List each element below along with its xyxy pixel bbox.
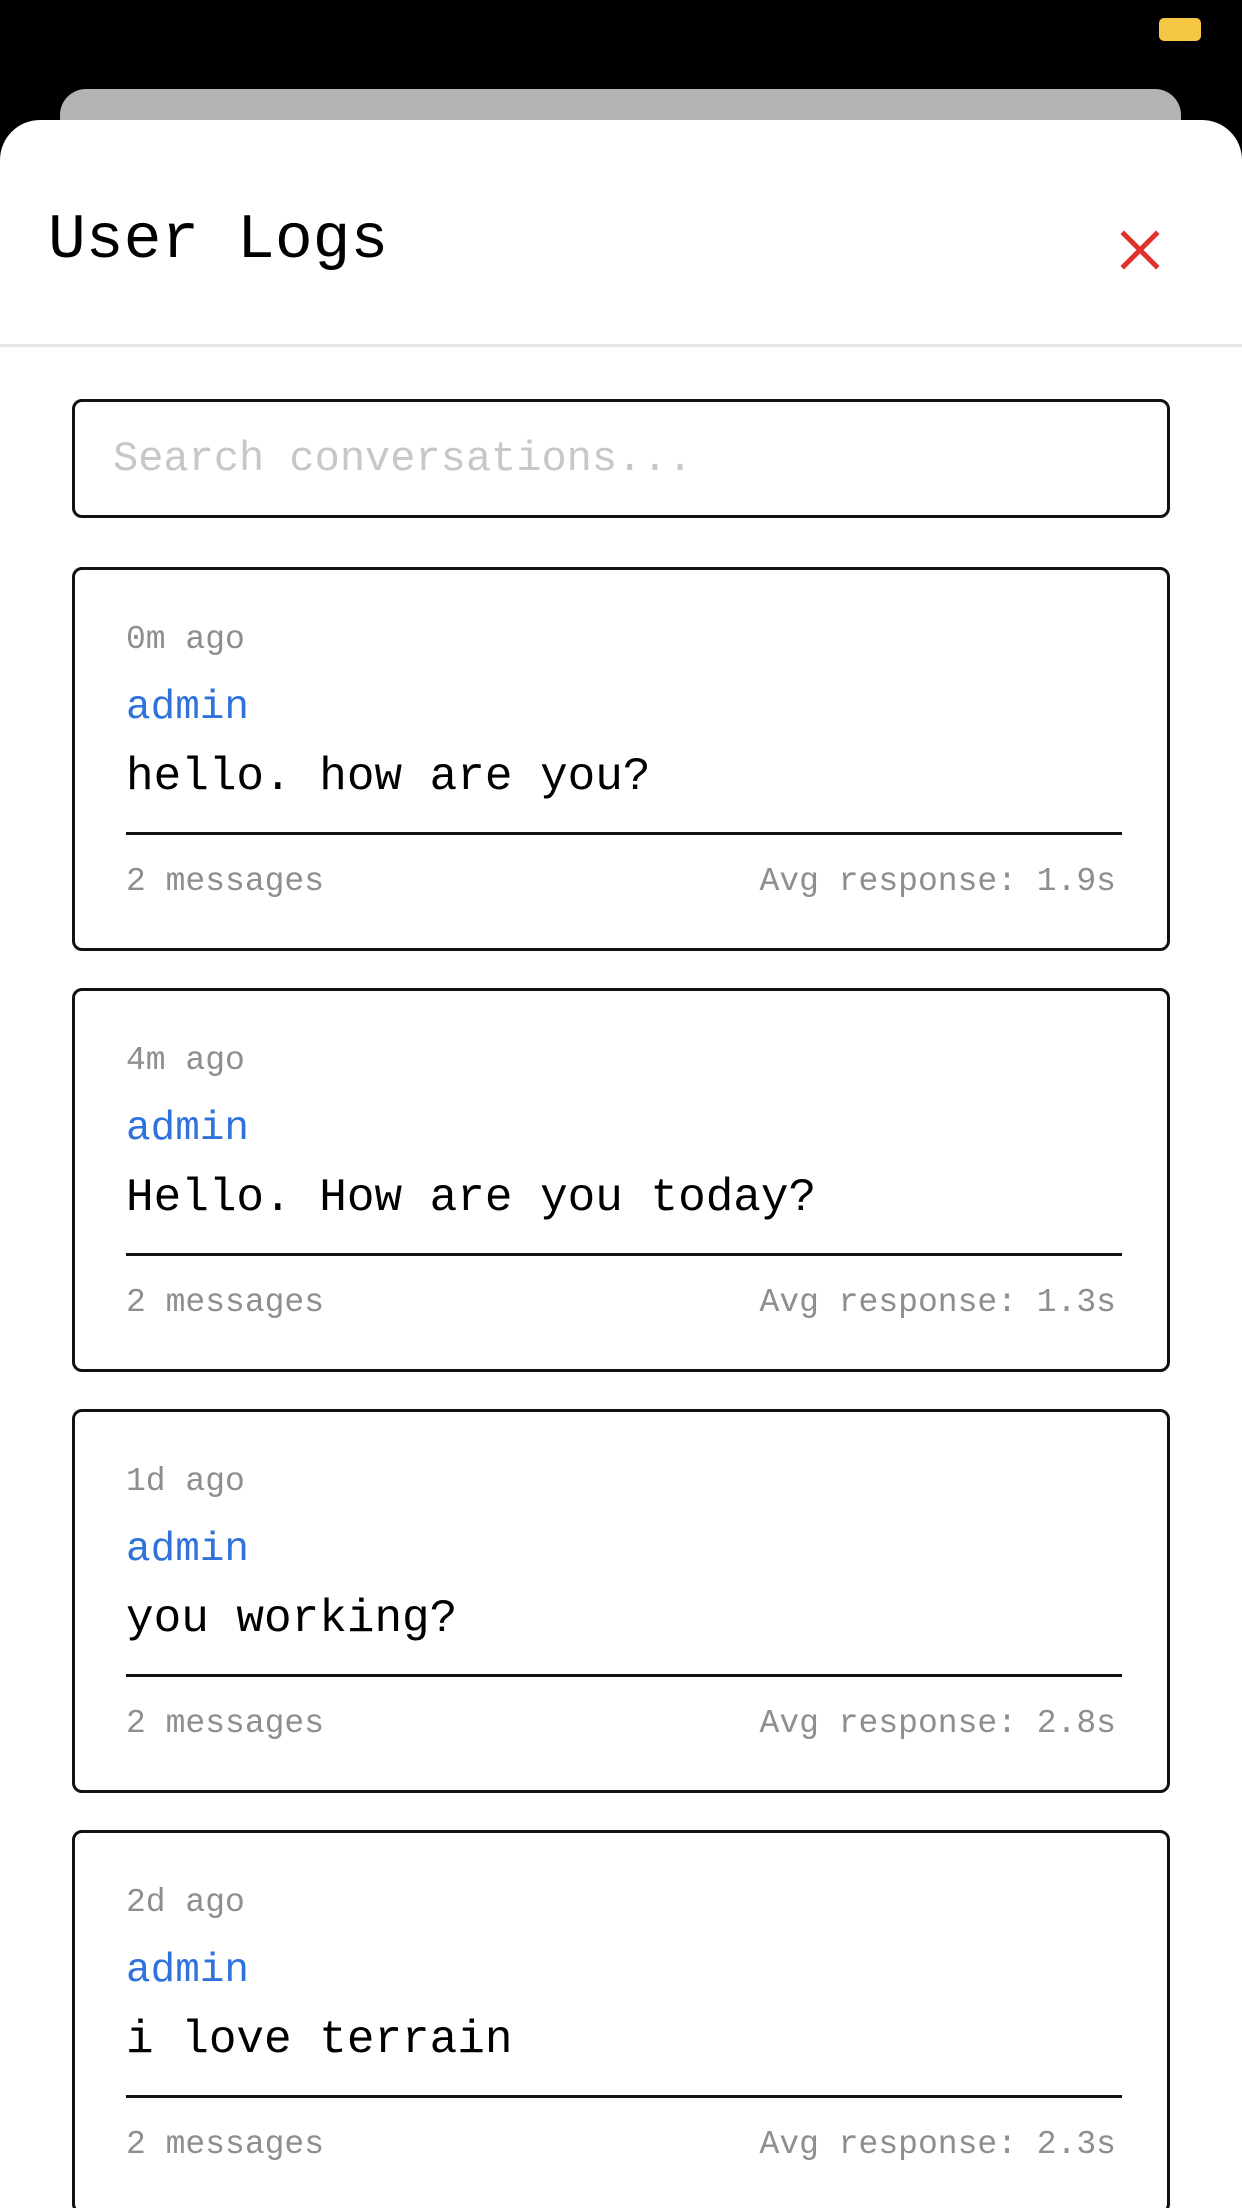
close-icon bbox=[1120, 230, 1160, 270]
log-time: 0m ago bbox=[126, 621, 245, 658]
log-card[interactable]: 0m ago admin hello. how are you? 2 messa… bbox=[72, 567, 1170, 951]
log-card[interactable]: 4m ago admin Hello. How are you today? 2… bbox=[72, 988, 1170, 1372]
avg-response: Avg response: 1.3s bbox=[759, 1284, 1116, 1321]
sheet-header: User Logs bbox=[0, 120, 1242, 347]
log-user: admin bbox=[126, 1106, 250, 1152]
message-count: 2 messages bbox=[126, 2126, 325, 2163]
log-user: admin bbox=[126, 685, 250, 731]
log-message: Hello. How are you today? bbox=[126, 1172, 817, 1224]
divider bbox=[126, 2095, 1122, 2098]
message-count: 2 messages bbox=[126, 863, 325, 900]
log-time: 1d ago bbox=[126, 1463, 245, 1500]
status-bar bbox=[0, 0, 1242, 90]
log-message: hello. how are you? bbox=[126, 751, 651, 803]
log-user: admin bbox=[126, 1527, 250, 1573]
divider bbox=[126, 1253, 1122, 1256]
log-message: you working? bbox=[126, 1593, 458, 1645]
battery-icon bbox=[1159, 18, 1201, 41]
page-title: User Logs bbox=[48, 205, 389, 276]
log-time: 4m ago bbox=[126, 1042, 245, 1079]
close-button[interactable] bbox=[1110, 220, 1170, 280]
log-card[interactable]: 2d ago admin i love terrain 2 messages A… bbox=[72, 1830, 1170, 2208]
avg-response: Avg response: 1.9s bbox=[759, 863, 1116, 900]
divider bbox=[126, 1674, 1122, 1677]
divider bbox=[126, 832, 1122, 835]
log-message: i love terrain bbox=[126, 2014, 513, 2066]
avg-response: Avg response: 2.3s bbox=[759, 2126, 1116, 2163]
message-count: 2 messages bbox=[126, 1705, 325, 1742]
search-input[interactable] bbox=[72, 399, 1170, 518]
message-count: 2 messages bbox=[126, 1284, 325, 1321]
user-logs-sheet: User Logs 0m ago admin hello. how are yo… bbox=[0, 120, 1242, 2208]
log-card[interactable]: 1d ago admin you working? 2 messages Avg… bbox=[72, 1409, 1170, 1793]
log-time: 2d ago bbox=[126, 1884, 245, 1921]
avg-response: Avg response: 2.8s bbox=[759, 1705, 1116, 1742]
log-user: admin bbox=[126, 1948, 250, 1994]
